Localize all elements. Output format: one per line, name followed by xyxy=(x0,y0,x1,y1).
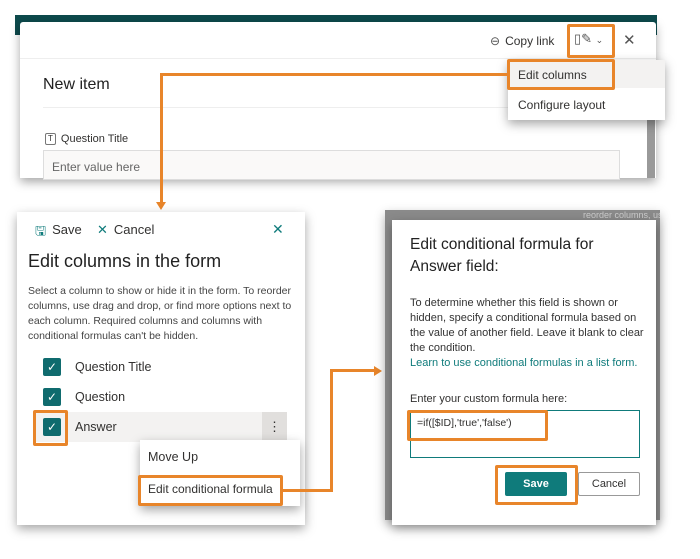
connector xyxy=(161,73,508,76)
cancel-icon: ✕ xyxy=(97,222,108,237)
copy-link-button[interactable]: ⊖ Copy link xyxy=(490,34,554,48)
dialog-title: Edit conditional formula for Answer fiel… xyxy=(410,236,594,275)
highlight-edit-formula xyxy=(138,475,283,506)
link-icon: ⊖ xyxy=(490,34,501,48)
dialog-description: To determine whether this field is shown… xyxy=(410,297,644,354)
connector xyxy=(330,369,333,492)
highlight-save-button xyxy=(495,465,578,505)
arrow-right-icon xyxy=(374,366,382,376)
page-title: New item xyxy=(43,76,110,93)
save-icon: 🖫 xyxy=(35,223,47,238)
menu-item-move-up[interactable]: Move Up xyxy=(148,450,198,464)
column-label: Answer xyxy=(75,420,117,434)
panel-description: Select a column to show or hide it in th… xyxy=(28,285,292,342)
question-title-input[interactable]: Enter value here xyxy=(43,150,620,180)
formula-label: Enter your custom formula here: xyxy=(410,393,568,405)
close-icon[interactable]: ✕ xyxy=(272,221,284,238)
text-field-icon: T xyxy=(45,133,56,145)
highlight-answer-checkbox xyxy=(33,410,68,446)
highlight-form-options xyxy=(567,24,615,58)
highlight-edit-columns xyxy=(507,59,615,90)
learn-more-link[interactable]: Learn to use conditional formulas in a l… xyxy=(410,356,645,371)
menu-item-configure-layout[interactable]: Configure layout xyxy=(508,96,665,114)
highlight-formula-input xyxy=(407,410,548,441)
connector xyxy=(283,489,333,492)
panel-title: Edit columns in the form xyxy=(28,251,222,271)
column-label: Question xyxy=(75,390,126,404)
save-button[interactable]: 🖫 Save xyxy=(35,222,82,244)
cancel-button[interactable]: ✕ Cancel xyxy=(97,222,154,238)
answer-row-highlight xyxy=(35,412,287,442)
field-label: T Question Title xyxy=(45,133,128,145)
connector xyxy=(330,369,376,372)
checkbox-question[interactable]: ✓ xyxy=(43,388,61,406)
close-icon[interactable]: ✕ xyxy=(623,31,636,49)
column-label: Question Title xyxy=(75,360,152,374)
more-options-button[interactable]: ⋮ xyxy=(262,412,287,442)
connector xyxy=(160,73,163,206)
cancel-button[interactable]: Cancel xyxy=(578,472,640,496)
arrow-down-icon xyxy=(156,202,166,210)
checkbox-question-title[interactable]: ✓ xyxy=(43,358,61,376)
